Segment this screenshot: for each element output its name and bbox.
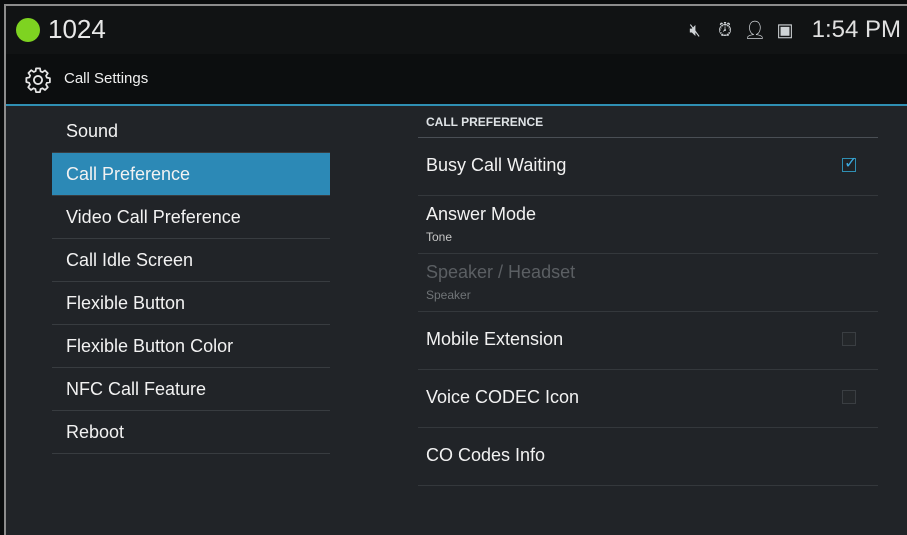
status-bar: 1024 🔇︎ ⏰︎ 👤︎ ▣ 1:54 PM xyxy=(6,6,907,54)
menu-item-sound[interactable]: Sound xyxy=(52,110,330,153)
menu-item-video-call-preference[interactable]: Video Call Preference xyxy=(52,196,330,239)
menu-item-call-preference[interactable]: Call Preference xyxy=(52,153,330,196)
pref-answer-mode[interactable]: Answer Mode Tone xyxy=(418,196,878,254)
pref-title: CO Codes Info xyxy=(426,445,546,465)
settings-menu: Sound Call Preference Video Call Prefere… xyxy=(52,110,330,454)
busy-call-waiting-checkbox[interactable] xyxy=(842,153,857,172)
menu-item-reboot[interactable]: Reboot xyxy=(52,411,330,454)
account-icon: 👤︎ xyxy=(743,20,767,40)
menu-item-flexible-button[interactable]: Flexible Button xyxy=(52,282,330,325)
sim-icon: ▣ xyxy=(776,20,794,40)
app-window: 1024 🔇︎ ⏰︎ 👤︎ ▣ 1:54 PM Call Settings So… xyxy=(4,4,907,535)
section-header: CALL PREFERENCE xyxy=(418,110,878,138)
pref-subtitle: Speaker xyxy=(426,288,471,302)
gear-icon[interactable] xyxy=(24,66,52,94)
page-title: Call Settings xyxy=(64,70,149,87)
mute-icon: 🔇︎ xyxy=(689,20,701,40)
pref-title: Answer Mode xyxy=(426,204,537,224)
menu-item-call-idle-screen[interactable]: Call Idle Screen xyxy=(52,239,330,282)
pref-title: Speaker / Headset xyxy=(426,262,576,282)
voice-codec-icon-checkbox[interactable] xyxy=(842,390,856,404)
pref-title: Voice CODEC Icon xyxy=(426,387,580,407)
pref-subtitle: Tone xyxy=(426,230,453,244)
status-time: 1:54 PM xyxy=(811,16,901,43)
pref-co-codes-info[interactable]: CO Codes Info xyxy=(418,428,878,486)
status-icons: 🔇︎ ⏰︎ 👤︎ ▣ xyxy=(683,18,797,42)
pref-voice-codec-icon[interactable]: Voice CODEC Icon xyxy=(418,370,878,428)
mobile-extension-checkbox[interactable] xyxy=(842,332,856,346)
presence-indicator xyxy=(16,18,40,42)
alarm-icon: ⏰︎ xyxy=(717,20,733,40)
menu-item-flexible-button-color[interactable]: Flexible Button Color xyxy=(52,325,330,368)
pref-mobile-extension[interactable]: Mobile Extension xyxy=(418,312,878,370)
call-preference-panel: CALL PREFERENCE Busy Call Waiting Answer… xyxy=(418,110,878,486)
pref-title: Mobile Extension xyxy=(426,329,564,349)
menu-item-nfc-call-feature[interactable]: NFC Call Feature xyxy=(52,368,330,411)
action-bar: Call Settings xyxy=(6,54,907,106)
pref-busy-call-waiting[interactable]: Busy Call Waiting xyxy=(418,138,878,196)
extension-number: 1024 xyxy=(48,14,106,44)
pref-title: Busy Call Waiting xyxy=(426,155,567,175)
pref-speaker-headset: Speaker / Headset Speaker xyxy=(418,254,878,312)
